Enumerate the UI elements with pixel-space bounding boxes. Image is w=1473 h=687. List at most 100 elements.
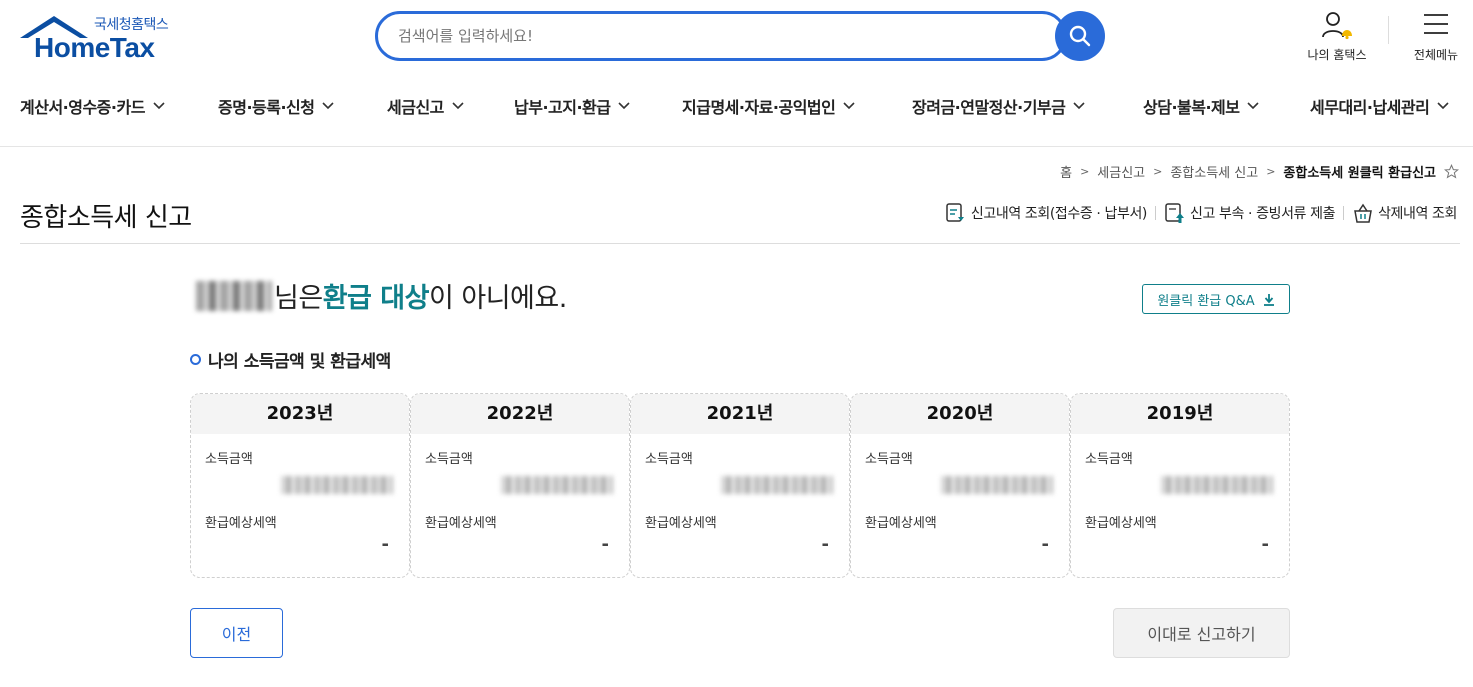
headline-suffix-pre: 님은 [274,283,323,314]
year-card: 2020년 소득금액 환급예상세액 - [850,393,1070,578]
refund-label: 환급예상세액 [205,516,277,531]
hamburger-menu-icon [1424,14,1448,34]
user-bell-icon [1322,12,1352,40]
previous-button[interactable]: 이전 [190,608,283,658]
refund-value: - [821,534,829,555]
download-icon [1263,293,1274,306]
gnb-item-receipts[interactable]: 계산서·영수증·카드 [20,94,165,118]
gnb-label: 세금신고 [387,98,444,117]
card-year: 2022년 [411,394,629,434]
search-icon [1069,25,1091,47]
document-upload-icon [1165,203,1184,223]
all-menu-label: 전체메뉴 [1413,48,1459,62]
divider [1388,16,1389,44]
gnb-item-certificates[interactable]: 증명·등록·신청 [218,94,335,118]
chevron-down-icon [1437,102,1449,110]
card-year: 2021년 [631,394,849,434]
deleted-history-link[interactable]: 삭제내역 조회 [1352,202,1457,224]
gnb-item-payment[interactable]: 납부·고지·환급 [514,94,631,118]
deleted-history-label: 삭제내역 조회 [1378,206,1457,222]
breadcrumb-current: 종합소득세 원클릭 환급신고 [1283,166,1436,181]
income-label: 소득금액 [425,452,473,467]
chevron-down-icon [322,102,335,110]
income-label: 소득금액 [865,452,913,467]
refund-label: 환급예상세액 [425,516,497,531]
logo-subtitle: 국세청홈택스 [94,17,169,33]
breadcrumb-home[interactable]: 홈 [1060,162,1072,181]
refund-value: - [1041,534,1049,555]
refund-label: 환급예상세액 [645,516,717,531]
chevron-down-icon [1247,102,1260,110]
refund-label: 환급예상세액 [1085,516,1157,531]
basket-icon [1354,203,1372,223]
card-year: 2023년 [191,394,409,434]
gnb-label: 지급명세·자료·공익법인 [682,98,836,117]
chevron-right-icon: > [1153,165,1163,178]
breadcrumb-tax-filing[interactable]: 세금신고 [1097,162,1145,181]
gnb-item-statements[interactable]: 지급명세·자료·공익법인 [682,94,855,118]
year-card: 2019년 소득금액 환급예상세액 - [1070,393,1290,578]
oneclick-refund-qa-button[interactable]: 원클릭 환급 Q&A [1142,284,1290,314]
submit-documents-link[interactable]: 신고 부속 · 증빙서류 제출 [1164,202,1335,224]
divider [1343,206,1345,220]
redacted-income-amount [501,476,613,494]
refund-status-headline: 님은 환급 대상 이 아니에요. [196,276,567,315]
divider [20,243,1460,244]
breadcrumb: 홈 > 세금신고 > 종합소득세 신고 > 종합소득세 원클릭 환급신고 [1060,162,1459,181]
card-year: 2019년 [1071,394,1289,434]
refund-value: - [601,534,609,555]
card-year: 2020년 [851,394,1069,434]
bullet-circle-icon [190,354,201,365]
chevron-down-icon [153,102,165,110]
page-title: 종합소득세 신고 [20,203,192,233]
divider [1155,206,1156,220]
yearly-income-cards: 2023년 소득금액 환급예상세액 - 2022년 소득금액 환급예상세액 - … [190,393,1290,578]
chevron-down-icon [618,102,631,110]
headline-suffix-post: 이 아니에요. [428,283,567,314]
chevron-right-icon: > [1266,165,1276,178]
refund-value: - [381,534,389,555]
divider [0,146,1473,147]
gnb-item-agent[interactable]: 세무대리·납세관리 [1310,94,1449,118]
refund-label: 환급예상세액 [865,516,937,531]
gnb-label: 장려금·연말정산·기부금 [912,98,1066,117]
chevron-right-icon: > [1080,165,1090,178]
year-card: 2023년 소득금액 환급예상세액 - [190,393,410,578]
gnb-label: 계산서·영수증·카드 [20,98,145,117]
section-title-label: 나의 소득금액 및 환급세액 [208,352,391,372]
global-navigation: 계산서·영수증·카드 증명·등록·신청 세금신고 납부·고지·환급 지급명세·자… [0,84,1473,128]
year-card: 2022년 소득금액 환급예상세액 - [410,393,630,578]
gnb-label: 세무대리·납세관리 [1310,98,1430,117]
submit-documents-label: 신고 부속 · 증빙서류 제출 [1190,206,1336,222]
my-hometax-button[interactable]: 나의 홈택스 [1302,10,1372,63]
income-label: 소득금액 [645,452,693,467]
redacted-income-amount [1161,476,1273,494]
breadcrumb-income-tax[interactable]: 종합소득세 신고 [1170,162,1258,181]
top-links: 신고내역 조회(접수증 · 납부서) 신고 부속 · 증빙서류 제출 삭제내역 … [945,202,1457,224]
all-menu-button[interactable]: 전체메뉴 [1406,10,1466,63]
hometax-logo[interactable]: 국세청홈택스 HomeTax [20,14,180,64]
star-icon[interactable] [1444,164,1459,179]
year-card: 2021년 소득금액 환급예상세액 - [630,393,850,578]
refund-value: - [1261,534,1269,555]
gnb-label: 상담·불복·제보 [1143,98,1240,117]
chevron-down-icon [1073,102,1085,110]
income-label: 소득금액 [1085,452,1133,467]
submit-as-is-button[interactable]: 이대로 신고하기 [1113,608,1290,658]
redacted-income-amount [721,476,833,494]
gnb-label: 증명·등록·신청 [218,98,315,117]
redacted-income-amount [281,476,393,494]
gnb-item-tax-filing[interactable]: 세금신고 [387,94,464,118]
gnb-label: 납부·고지·환급 [514,98,611,117]
search-button[interactable] [1055,11,1105,61]
section-title: 나의 소득금액 및 환급세액 [190,347,391,372]
document-search-icon [946,203,964,222]
chevron-down-icon [452,102,464,110]
search-input[interactable] [398,24,1018,48]
filing-history-link[interactable]: 신고내역 조회(접수증 · 납부서) [945,202,1147,224]
chevron-down-icon [843,102,855,110]
gnb-item-incentives[interactable]: 장려금·연말정산·기부금 [912,94,1085,118]
headline-emphasis: 환급 대상 [322,283,430,314]
filing-history-label: 신고내역 조회(접수증 · 납부서) [970,206,1147,222]
gnb-item-consult[interactable]: 상담·불복·제보 [1143,94,1260,118]
